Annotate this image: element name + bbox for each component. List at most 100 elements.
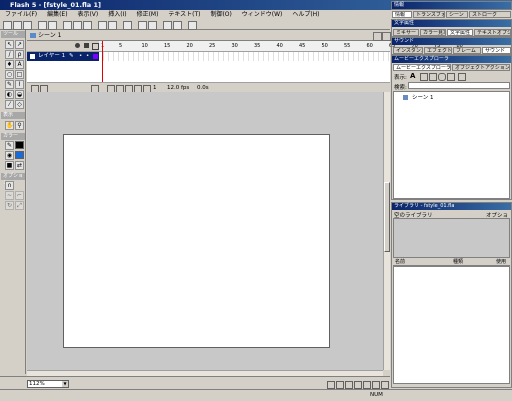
- swap-colors-icon[interactable]: ⇄: [15, 161, 24, 170]
- visible-dot-icon[interactable]: •: [79, 52, 82, 61]
- stroke-color-swatch[interactable]: [15, 141, 24, 149]
- paste-icon[interactable]: [83, 21, 92, 30]
- frame-ruler[interactable]: 15101520253035404550556065707580: [99, 41, 463, 52]
- rectangle-tool-icon[interactable]: □: [15, 70, 24, 79]
- zoom-value: 112%: [29, 381, 45, 387]
- tab-stroke[interactable]: ストローク: [469, 11, 511, 18]
- print-preview-icon[interactable]: [48, 21, 57, 30]
- oval-tool-icon[interactable]: ○: [5, 70, 14, 79]
- straighten-icon[interactable]: [148, 21, 157, 30]
- layer-outline-swatch[interactable]: [93, 54, 98, 59]
- tab-swatches[interactable]: カラー見本: [420, 29, 446, 36]
- arrow-tool-icon[interactable]: ↖: [5, 40, 14, 49]
- lasso-tool-icon[interactable]: ρ: [15, 50, 24, 59]
- movie-explorer-icon[interactable]: [372, 381, 380, 389]
- library-col-name[interactable]: 名前: [395, 259, 405, 266]
- menu-text[interactable]: テキスト(T): [168, 11, 200, 18]
- pencil-tool-icon[interactable]: ✎: [5, 80, 14, 89]
- tab-info[interactable]: 情報: [392, 11, 412, 18]
- mixer-panel-icon[interactable]: [336, 381, 344, 389]
- tab-text-options[interactable]: テキストオプション: [474, 29, 511, 36]
- fill-color-icon[interactable]: ◉: [5, 151, 14, 160]
- tab-character[interactable]: 文字属性: [447, 29, 473, 36]
- num-indicator: NUM: [370, 392, 383, 398]
- default-colors-icon[interactable]: ■: [5, 161, 14, 170]
- show-buttons-icon[interactable]: [420, 73, 428, 81]
- tab-scene[interactable]: シーン: [446, 11, 468, 18]
- tab-transform[interactable]: トランスフォーム: [413, 11, 445, 18]
- library-icon[interactable]: [381, 381, 389, 389]
- snap-option-icon[interactable]: ∩: [5, 181, 14, 190]
- character-panel-icon[interactable]: [345, 381, 353, 389]
- outline-icon[interactable]: [92, 43, 99, 50]
- redo-icon[interactable]: [108, 21, 117, 30]
- pen-tool-icon[interactable]: ♦: [5, 60, 14, 69]
- menu-modify[interactable]: 修正(M): [137, 11, 159, 18]
- lock-icon[interactable]: [84, 43, 89, 48]
- menu-edit[interactable]: 編集(E): [47, 11, 67, 18]
- instance-panel-icon[interactable]: [354, 381, 362, 389]
- print-icon[interactable]: [38, 21, 47, 30]
- tab-object-actions[interactable]: オブジェクトアクション: [452, 64, 510, 71]
- eraser-tool-icon[interactable]: ◇: [15, 100, 24, 109]
- paint-bucket-tool-icon[interactable]: ◒: [15, 90, 24, 99]
- hand-tool-icon[interactable]: ✋: [5, 121, 14, 130]
- new-file-icon[interactable]: [3, 21, 12, 30]
- tab-sound[interactable]: サウンド: [482, 47, 511, 54]
- library-col-kind[interactable]: 種類: [453, 259, 463, 266]
- rotate-icon[interactable]: [163, 21, 172, 30]
- eye-icon[interactable]: [75, 43, 80, 48]
- smooth-icon[interactable]: [138, 21, 147, 30]
- undo-icon[interactable]: [98, 21, 107, 30]
- library-col-use[interactable]: 使用: [496, 259, 506, 266]
- frame-row[interactable]: [99, 52, 390, 61]
- tab-instance[interactable]: インスタンス: [393, 47, 423, 54]
- options-section-label: オプション: [1, 173, 25, 186]
- scale-icon[interactable]: [173, 21, 182, 30]
- actions-panel-icon[interactable]: [363, 381, 371, 389]
- tab-mixer[interactable]: ミキサー: [393, 29, 419, 36]
- brush-tool-icon[interactable]: ⌇: [15, 80, 24, 89]
- open-file-icon[interactable]: [13, 21, 22, 30]
- vertical-scrollbar[interactable]: [383, 92, 390, 370]
- fill-color-swatch[interactable]: [15, 151, 24, 159]
- stage-canvas[interactable]: [63, 134, 330, 348]
- scene-tree-item[interactable]: シーン 1: [412, 93, 433, 101]
- customize-icon[interactable]: [458, 73, 466, 81]
- menu-window[interactable]: ウィンドウ(W): [242, 11, 283, 18]
- show-actions-icon[interactable]: [429, 73, 437, 81]
- tab-frame[interactable]: フレーム: [453, 47, 481, 54]
- stroke-color-icon[interactable]: ✎: [5, 141, 14, 150]
- edit-scene-icon[interactable]: [373, 32, 382, 41]
- show-text-icon[interactable]: A: [410, 72, 415, 80]
- zoom-tool-icon[interactable]: ⚲: [15, 121, 24, 130]
- cut-icon[interactable]: [63, 21, 72, 30]
- menu-view[interactable]: 表示(V): [77, 11, 98, 18]
- tab-movie-explorer[interactable]: ムービーエクスプローラ: [393, 64, 451, 71]
- ink-bottle-tool-icon[interactable]: ◐: [5, 90, 14, 99]
- zoom-select[interactable]: 112% ▼: [27, 380, 69, 388]
- info-panel-icon[interactable]: [327, 381, 335, 389]
- menu-insert[interactable]: 挿入(I): [108, 11, 126, 18]
- show-video-icon[interactable]: [438, 73, 446, 81]
- vertical-scroll-thumb[interactable]: [384, 182, 390, 252]
- menu-control[interactable]: 制御(O): [210, 11, 231, 18]
- text-tool-icon[interactable]: A: [15, 60, 24, 69]
- line-tool-icon[interactable]: /: [5, 50, 14, 59]
- dropper-tool-icon[interactable]: ⁄: [5, 100, 14, 109]
- align-icon[interactable]: [188, 21, 197, 30]
- tab-effect[interactable]: エフェクト: [424, 47, 452, 54]
- menu-help[interactable]: ヘルプ(H): [292, 11, 319, 18]
- save-icon[interactable]: [23, 21, 32, 30]
- menu-file[interactable]: ファイル(F): [5, 11, 37, 18]
- chevron-down-icon[interactable]: ▼: [62, 381, 68, 387]
- show-frames-icon[interactable]: [447, 73, 455, 81]
- find-input[interactable]: [408, 82, 510, 89]
- snap-magnet-icon[interactable]: [123, 21, 132, 30]
- layer-row[interactable]: レイヤー 1 ✎ • •: [27, 52, 99, 61]
- unlock-dot-icon[interactable]: •: [86, 52, 89, 61]
- edit-symbol-icon[interactable]: [382, 32, 391, 41]
- copy-icon[interactable]: [73, 21, 82, 30]
- subselect-tool-icon[interactable]: ↗: [15, 40, 24, 49]
- frame-tick-label: 35: [254, 43, 261, 49]
